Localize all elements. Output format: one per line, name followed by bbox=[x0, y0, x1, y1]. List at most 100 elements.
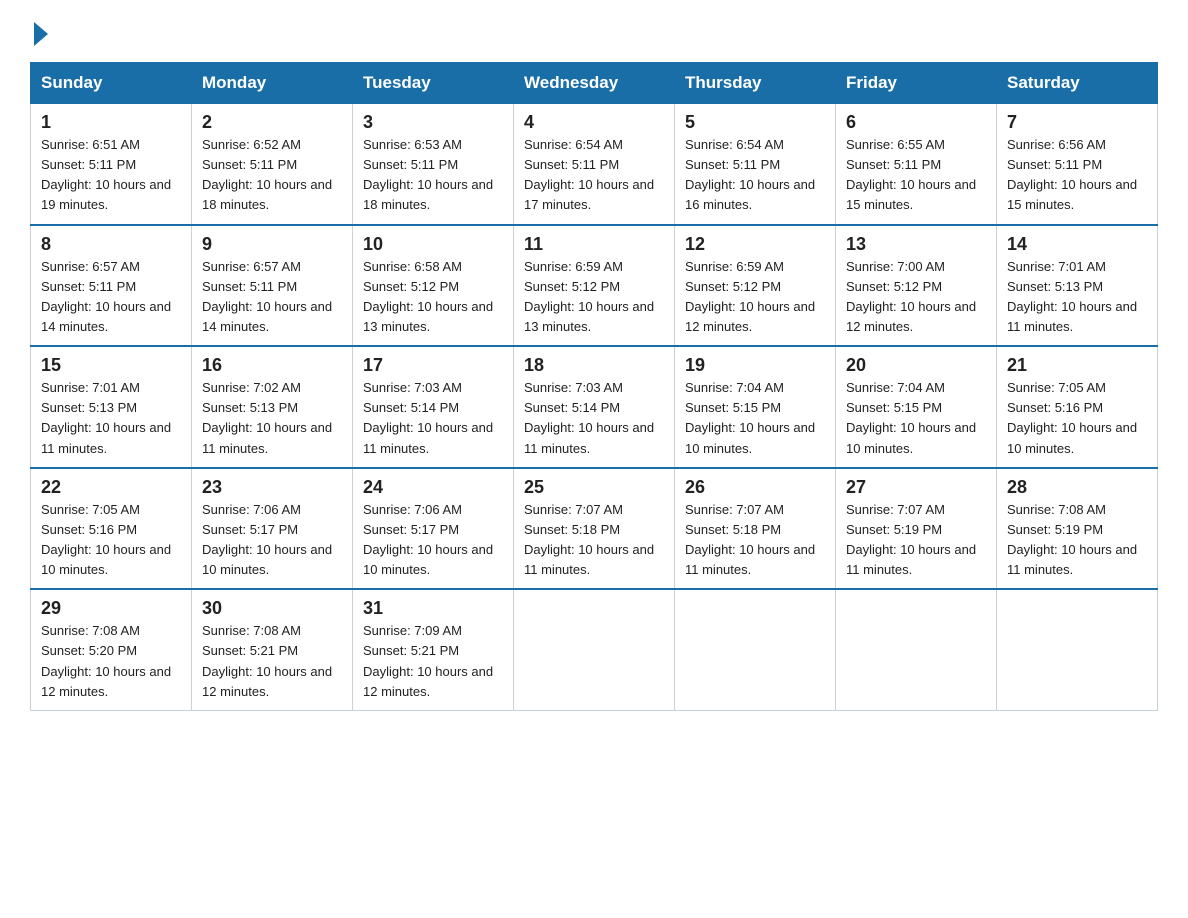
calendar-day-cell: 29Sunrise: 7:08 AMSunset: 5:20 PMDayligh… bbox=[31, 589, 192, 710]
calendar-day-cell: 1Sunrise: 6:51 AMSunset: 5:11 PMDaylight… bbox=[31, 104, 192, 225]
day-info: Sunrise: 7:08 AMSunset: 5:19 PMDaylight:… bbox=[1007, 500, 1147, 581]
day-number: 4 bbox=[524, 112, 664, 133]
day-number: 29 bbox=[41, 598, 181, 619]
calendar-day-cell: 9Sunrise: 6:57 AMSunset: 5:11 PMDaylight… bbox=[192, 225, 353, 347]
day-info: Sunrise: 6:57 AMSunset: 5:11 PMDaylight:… bbox=[41, 257, 181, 338]
day-number: 18 bbox=[524, 355, 664, 376]
day-info: Sunrise: 7:00 AMSunset: 5:12 PMDaylight:… bbox=[846, 257, 986, 338]
day-number: 24 bbox=[363, 477, 503, 498]
day-number: 15 bbox=[41, 355, 181, 376]
day-number: 21 bbox=[1007, 355, 1147, 376]
day-number: 23 bbox=[202, 477, 342, 498]
logo bbox=[30, 20, 48, 42]
calendar-day-cell: 30Sunrise: 7:08 AMSunset: 5:21 PMDayligh… bbox=[192, 589, 353, 710]
day-number: 7 bbox=[1007, 112, 1147, 133]
day-number: 26 bbox=[685, 477, 825, 498]
day-info: Sunrise: 6:54 AMSunset: 5:11 PMDaylight:… bbox=[524, 135, 664, 216]
day-info: Sunrise: 6:57 AMSunset: 5:11 PMDaylight:… bbox=[202, 257, 342, 338]
day-number: 16 bbox=[202, 355, 342, 376]
calendar-day-cell bbox=[836, 589, 997, 710]
weekday-header-wednesday: Wednesday bbox=[514, 63, 675, 104]
calendar-day-cell: 26Sunrise: 7:07 AMSunset: 5:18 PMDayligh… bbox=[675, 468, 836, 590]
day-number: 17 bbox=[363, 355, 503, 376]
calendar-day-cell: 7Sunrise: 6:56 AMSunset: 5:11 PMDaylight… bbox=[997, 104, 1158, 225]
day-info: Sunrise: 6:59 AMSunset: 5:12 PMDaylight:… bbox=[524, 257, 664, 338]
day-info: Sunrise: 7:04 AMSunset: 5:15 PMDaylight:… bbox=[846, 378, 986, 459]
weekday-header-monday: Monday bbox=[192, 63, 353, 104]
calendar-day-cell bbox=[997, 589, 1158, 710]
day-number: 22 bbox=[41, 477, 181, 498]
calendar-day-cell: 2Sunrise: 6:52 AMSunset: 5:11 PMDaylight… bbox=[192, 104, 353, 225]
logo-triangle-icon bbox=[34, 22, 48, 46]
day-info: Sunrise: 7:03 AMSunset: 5:14 PMDaylight:… bbox=[363, 378, 503, 459]
day-info: Sunrise: 7:05 AMSunset: 5:16 PMDaylight:… bbox=[1007, 378, 1147, 459]
calendar-week-row: 1Sunrise: 6:51 AMSunset: 5:11 PMDaylight… bbox=[31, 104, 1158, 225]
day-number: 3 bbox=[363, 112, 503, 133]
calendar-week-row: 15Sunrise: 7:01 AMSunset: 5:13 PMDayligh… bbox=[31, 346, 1158, 468]
calendar-day-cell: 22Sunrise: 7:05 AMSunset: 5:16 PMDayligh… bbox=[31, 468, 192, 590]
day-info: Sunrise: 6:51 AMSunset: 5:11 PMDaylight:… bbox=[41, 135, 181, 216]
day-info: Sunrise: 6:58 AMSunset: 5:12 PMDaylight:… bbox=[363, 257, 503, 338]
day-info: Sunrise: 7:06 AMSunset: 5:17 PMDaylight:… bbox=[202, 500, 342, 581]
calendar-day-cell: 28Sunrise: 7:08 AMSunset: 5:19 PMDayligh… bbox=[997, 468, 1158, 590]
day-number: 9 bbox=[202, 234, 342, 255]
day-info: Sunrise: 6:53 AMSunset: 5:11 PMDaylight:… bbox=[363, 135, 503, 216]
day-info: Sunrise: 6:55 AMSunset: 5:11 PMDaylight:… bbox=[846, 135, 986, 216]
calendar-table: SundayMondayTuesdayWednesdayThursdayFrid… bbox=[30, 62, 1158, 711]
day-info: Sunrise: 7:02 AMSunset: 5:13 PMDaylight:… bbox=[202, 378, 342, 459]
day-info: Sunrise: 7:09 AMSunset: 5:21 PMDaylight:… bbox=[363, 621, 503, 702]
calendar-day-cell: 5Sunrise: 6:54 AMSunset: 5:11 PMDaylight… bbox=[675, 104, 836, 225]
day-info: Sunrise: 6:59 AMSunset: 5:12 PMDaylight:… bbox=[685, 257, 825, 338]
day-number: 5 bbox=[685, 112, 825, 133]
day-number: 30 bbox=[202, 598, 342, 619]
day-number: 2 bbox=[202, 112, 342, 133]
calendar-day-cell: 11Sunrise: 6:59 AMSunset: 5:12 PMDayligh… bbox=[514, 225, 675, 347]
calendar-day-cell: 27Sunrise: 7:07 AMSunset: 5:19 PMDayligh… bbox=[836, 468, 997, 590]
day-info: Sunrise: 6:52 AMSunset: 5:11 PMDaylight:… bbox=[202, 135, 342, 216]
calendar-day-cell bbox=[514, 589, 675, 710]
calendar-day-cell: 18Sunrise: 7:03 AMSunset: 5:14 PMDayligh… bbox=[514, 346, 675, 468]
weekday-header-friday: Friday bbox=[836, 63, 997, 104]
calendar-week-row: 22Sunrise: 7:05 AMSunset: 5:16 PMDayligh… bbox=[31, 468, 1158, 590]
day-info: Sunrise: 7:01 AMSunset: 5:13 PMDaylight:… bbox=[41, 378, 181, 459]
day-number: 11 bbox=[524, 234, 664, 255]
calendar-week-row: 8Sunrise: 6:57 AMSunset: 5:11 PMDaylight… bbox=[31, 225, 1158, 347]
day-number: 20 bbox=[846, 355, 986, 376]
calendar-day-cell: 21Sunrise: 7:05 AMSunset: 5:16 PMDayligh… bbox=[997, 346, 1158, 468]
day-info: Sunrise: 6:56 AMSunset: 5:11 PMDaylight:… bbox=[1007, 135, 1147, 216]
day-number: 12 bbox=[685, 234, 825, 255]
weekday-header-thursday: Thursday bbox=[675, 63, 836, 104]
day-number: 6 bbox=[846, 112, 986, 133]
calendar-day-cell bbox=[675, 589, 836, 710]
calendar-week-row: 29Sunrise: 7:08 AMSunset: 5:20 PMDayligh… bbox=[31, 589, 1158, 710]
day-number: 14 bbox=[1007, 234, 1147, 255]
calendar-day-cell: 20Sunrise: 7:04 AMSunset: 5:15 PMDayligh… bbox=[836, 346, 997, 468]
day-number: 13 bbox=[846, 234, 986, 255]
day-number: 8 bbox=[41, 234, 181, 255]
page-header bbox=[30, 20, 1158, 42]
calendar-day-cell: 6Sunrise: 6:55 AMSunset: 5:11 PMDaylight… bbox=[836, 104, 997, 225]
day-number: 1 bbox=[41, 112, 181, 133]
day-info: Sunrise: 7:05 AMSunset: 5:16 PMDaylight:… bbox=[41, 500, 181, 581]
calendar-day-cell: 12Sunrise: 6:59 AMSunset: 5:12 PMDayligh… bbox=[675, 225, 836, 347]
day-info: Sunrise: 7:08 AMSunset: 5:21 PMDaylight:… bbox=[202, 621, 342, 702]
calendar-day-cell: 15Sunrise: 7:01 AMSunset: 5:13 PMDayligh… bbox=[31, 346, 192, 468]
day-number: 27 bbox=[846, 477, 986, 498]
calendar-day-cell: 8Sunrise: 6:57 AMSunset: 5:11 PMDaylight… bbox=[31, 225, 192, 347]
calendar-day-cell: 19Sunrise: 7:04 AMSunset: 5:15 PMDayligh… bbox=[675, 346, 836, 468]
day-number: 19 bbox=[685, 355, 825, 376]
calendar-day-cell: 13Sunrise: 7:00 AMSunset: 5:12 PMDayligh… bbox=[836, 225, 997, 347]
day-number: 31 bbox=[363, 598, 503, 619]
day-number: 25 bbox=[524, 477, 664, 498]
day-info: Sunrise: 6:54 AMSunset: 5:11 PMDaylight:… bbox=[685, 135, 825, 216]
day-number: 28 bbox=[1007, 477, 1147, 498]
calendar-day-cell: 3Sunrise: 6:53 AMSunset: 5:11 PMDaylight… bbox=[353, 104, 514, 225]
calendar-header-row: SundayMondayTuesdayWednesdayThursdayFrid… bbox=[31, 63, 1158, 104]
calendar-day-cell: 10Sunrise: 6:58 AMSunset: 5:12 PMDayligh… bbox=[353, 225, 514, 347]
day-number: 10 bbox=[363, 234, 503, 255]
calendar-day-cell: 25Sunrise: 7:07 AMSunset: 5:18 PMDayligh… bbox=[514, 468, 675, 590]
calendar-day-cell: 4Sunrise: 6:54 AMSunset: 5:11 PMDaylight… bbox=[514, 104, 675, 225]
weekday-header-tuesday: Tuesday bbox=[353, 63, 514, 104]
calendar-day-cell: 17Sunrise: 7:03 AMSunset: 5:14 PMDayligh… bbox=[353, 346, 514, 468]
day-info: Sunrise: 7:08 AMSunset: 5:20 PMDaylight:… bbox=[41, 621, 181, 702]
